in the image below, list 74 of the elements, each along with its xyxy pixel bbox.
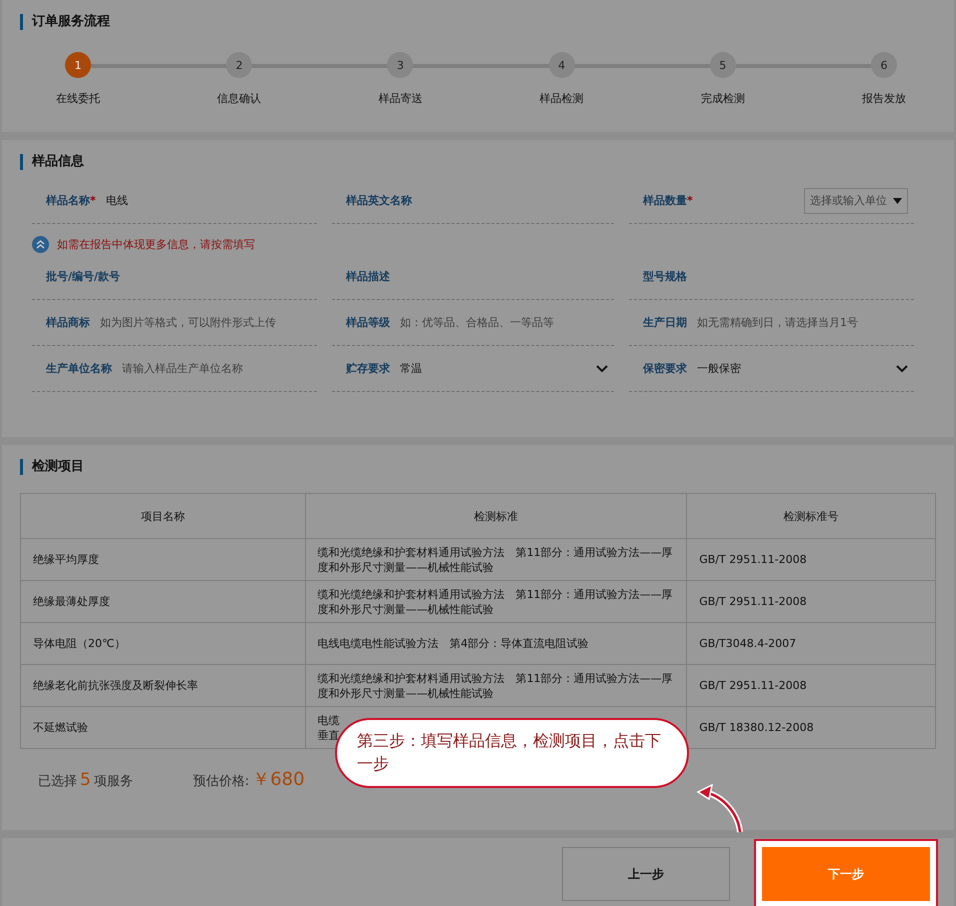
form-field[interactable]: 样品描述 bbox=[332, 254, 614, 300]
step-label: 完成检测 bbox=[700, 91, 745, 106]
step-circle: 1 bbox=[65, 52, 91, 78]
table-cell: 缆和光缆绝缘和护套材料通用试验方法 第11部分：通用试验方法——厚 度和外形尺寸测量——机械性能试验 bbox=[305, 580, 687, 622]
field-value: 电线 bbox=[106, 193, 128, 208]
table-cell: 导体电阻（20℃） bbox=[20, 622, 306, 664]
field-label: 保密要求 bbox=[643, 361, 687, 376]
field-label: 样品等级 bbox=[346, 315, 390, 330]
step-circle: 3 bbox=[387, 52, 414, 78]
table-cell: 绝缘平均厚度 bbox=[20, 538, 306, 580]
form-field[interactable]: 批号/编号/款号 bbox=[32, 254, 317, 300]
step-circle: 2 bbox=[226, 52, 252, 78]
table-cell: GB/T 2951.11-2008 bbox=[686, 538, 936, 580]
field-placeholder: 如无需精确到日，请选择当月1号 bbox=[697, 315, 858, 330]
estimated-price: 预估价格: ￥680 bbox=[192, 768, 306, 791]
form-field[interactable]: 生产单位名称 请输入样品生产单位名称 bbox=[32, 346, 317, 392]
hint-text: 如需在报告中体现更多信息，请按需填写 bbox=[57, 236, 255, 252]
caret-down-icon bbox=[893, 198, 902, 204]
step-circle: 4 bbox=[548, 52, 575, 78]
form-field[interactable]: 样品数量* 选择或输入单位 bbox=[629, 178, 914, 224]
table-cell: 缆和光缆绝缘和护套材料通用试验方法 第11部分：通用试验方法——厚 度和外形尺寸测量——机械性能试验 bbox=[305, 664, 687, 706]
field-placeholder: 如：优等品、合格品、一等品等 bbox=[400, 315, 554, 330]
table-cell: GB/T 2951.11-2008 bbox=[686, 664, 936, 706]
step-label: 报告发放 bbox=[862, 91, 906, 106]
collapse-icon[interactable] bbox=[32, 236, 49, 252]
step-label: 样品寄送 bbox=[378, 91, 422, 106]
field-label: 生产单位名称 bbox=[46, 361, 112, 376]
step-label: 样品检测 bbox=[540, 91, 584, 106]
section-title: 样品信息 bbox=[20, 154, 936, 170]
select-value: 一般保密 bbox=[697, 361, 741, 376]
form-field[interactable]: 型号规格 bbox=[629, 254, 914, 300]
form-field[interactable]: 贮存要求 常温 bbox=[332, 346, 614, 392]
section-title: 订单服务流程 bbox=[20, 14, 936, 30]
field-label: 样品描述 bbox=[346, 269, 390, 284]
table-cell: 缆和光缆绝缘和护套材料通用试验方法 第11部分：通用试验方法——厚 度和外形尺寸测量——机械性能试验 bbox=[305, 538, 687, 580]
table-cell: 电线电缆电性能试验方法 第4部分：导体直流电阻试验 bbox=[305, 622, 687, 664]
step-label: 在线委托 bbox=[56, 91, 100, 106]
table-cell: GB/T3048.4-2007 bbox=[686, 622, 936, 664]
field-placeholder: 请输入样品生产单位名称 bbox=[122, 361, 243, 376]
field-placeholder: 如为图片等格式，可以附件形式上传 bbox=[100, 315, 276, 330]
field-label: 生产日期 bbox=[643, 315, 687, 330]
field-label: 样品数量* bbox=[643, 193, 693, 208]
form-field[interactable]: 样品名称* 电线 bbox=[32, 178, 317, 224]
next-step-button[interactable]: 下一步 bbox=[762, 847, 930, 901]
table-cell: 绝缘最薄处厚度 bbox=[20, 580, 306, 622]
column-header: 检测标准 bbox=[305, 494, 687, 538]
table-cell: 绝缘老化前抗张强度及断裂伸长率 bbox=[20, 664, 306, 706]
pointer-arrow bbox=[694, 784, 746, 834]
chevron-down-icon bbox=[896, 364, 908, 372]
unit-select[interactable]: 选择或输入单位 bbox=[804, 188, 908, 214]
table-cell: GB/T 18380.12-2008 bbox=[686, 706, 936, 748]
column-header: 检测标准号 bbox=[686, 494, 936, 538]
form-field[interactable]: 样品商标 如为图片等格式，可以附件形式上传 bbox=[32, 300, 317, 346]
previous-step-button[interactable]: 上一步 bbox=[562, 847, 730, 901]
form-field[interactable]: 样品英文名称 bbox=[332, 178, 614, 224]
column-header: 项目名称 bbox=[20, 494, 306, 538]
step-circle: 5 bbox=[710, 52, 736, 78]
field-label: 贮存要求 bbox=[346, 361, 390, 376]
form-field[interactable]: 保密要求 一般保密 bbox=[629, 346, 914, 392]
section-title: 检测项目 bbox=[20, 459, 936, 475]
table-cell: GB/T 2951.11-2008 bbox=[686, 580, 936, 622]
table-cell: 不延燃试验 bbox=[20, 706, 306, 748]
selected-count: 已选择 5 项服务 bbox=[38, 770, 133, 790]
field-label: 样品名称* bbox=[46, 193, 96, 208]
select-value: 常温 bbox=[400, 361, 422, 376]
chevron-down-icon bbox=[596, 364, 608, 372]
step-label: 信息确认 bbox=[217, 91, 262, 106]
field-label: 批号/编号/款号 bbox=[46, 269, 120, 284]
form-field[interactable]: 生产日期 如无需精确到日，请选择当月1号 bbox=[629, 300, 914, 346]
field-label: 样品英文名称 bbox=[346, 193, 412, 208]
form-field[interactable]: 样品等级 如：优等品、合格品、一等品等 bbox=[332, 300, 614, 346]
field-label: 样品商标 bbox=[46, 315, 90, 330]
step-circle: 6 bbox=[870, 52, 897, 78]
field-label: 型号规格 bbox=[643, 269, 687, 284]
